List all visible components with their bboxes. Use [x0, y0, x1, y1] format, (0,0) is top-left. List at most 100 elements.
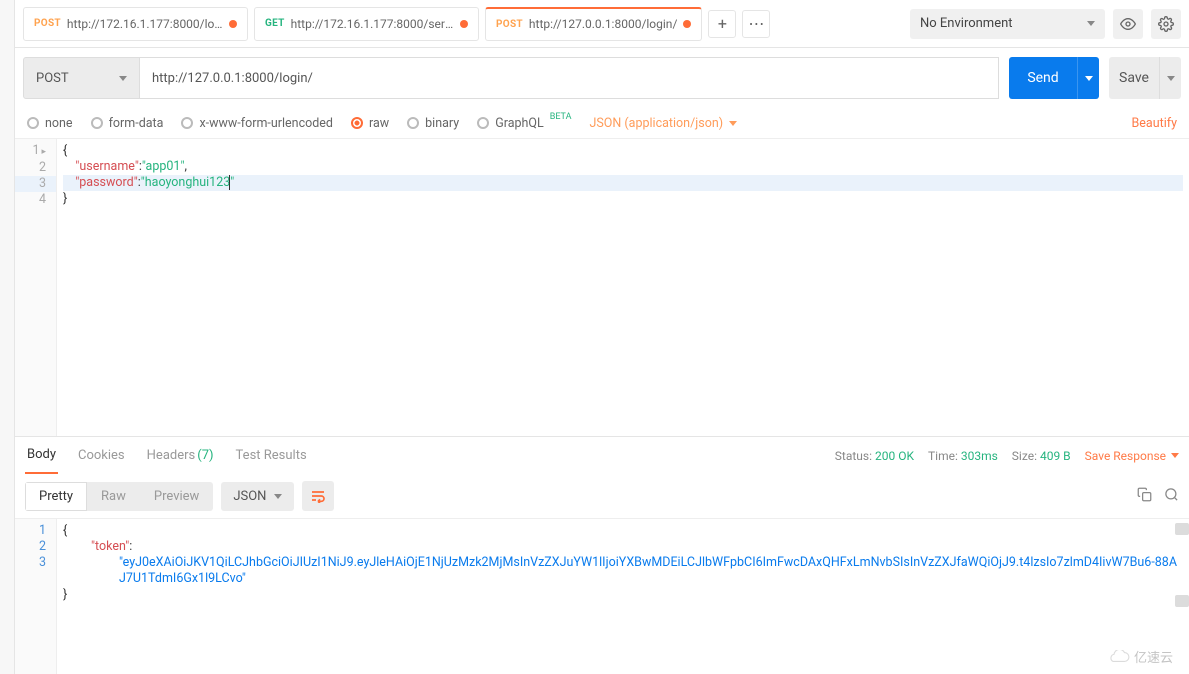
radio-icon — [181, 117, 193, 129]
gear-icon — [1158, 16, 1174, 32]
request-row: POST Send Save — [15, 48, 1189, 108]
view-pretty[interactable]: Pretty — [25, 482, 87, 511]
tab-label: Headers — [147, 448, 196, 463]
body-type-binary[interactable]: binary — [407, 116, 459, 131]
size-label: Size: — [1012, 449, 1037, 463]
tab-url: http://172.16.1.177:8000/servic... — [291, 17, 454, 31]
line-wrap-button[interactable] — [302, 481, 334, 511]
status-label: Status: — [835, 449, 872, 463]
body-type-row: none form-data x-www-form-urlencoded raw… — [15, 108, 1189, 138]
time-label: Time: — [928, 449, 958, 463]
scrollbar-thumb[interactable] — [1175, 523, 1189, 535]
save-dropdown[interactable] — [1159, 57, 1181, 99]
dirty-indicator — [229, 20, 237, 28]
save-response-label: Save Response — [1085, 449, 1166, 463]
body-type-none[interactable]: none — [27, 116, 73, 131]
url-input[interactable] — [140, 57, 999, 99]
chevron-down-icon — [729, 121, 737, 126]
request-body-editor[interactable]: 1234 { "username":"app01", "password":"h… — [15, 138, 1189, 436]
view-preview[interactable]: Preview — [140, 482, 213, 511]
radio-icon — [407, 117, 419, 129]
language-select[interactable]: JSON — [221, 482, 294, 511]
time-value: 303ms — [961, 449, 998, 463]
chevron-down-icon — [119, 76, 127, 81]
method-badge: GET — [265, 18, 285, 29]
radio-label: form-data — [109, 116, 164, 131]
response-tab-headers[interactable]: Headers (7) — [145, 437, 216, 474]
method-badge: POST — [34, 18, 61, 29]
watermark-text: 亿速云 — [1134, 647, 1173, 666]
topbar: POST http://172.16.1.177:8000/login/ GET… — [15, 0, 1189, 48]
send-dropdown[interactable] — [1077, 57, 1099, 99]
body-type-form-data[interactable]: form-data — [91, 116, 164, 131]
radio-label: raw — [369, 116, 389, 131]
chevron-down-icon — [1085, 76, 1093, 81]
environment-select[interactable]: No Environment — [910, 9, 1105, 39]
environment-group: No Environment — [910, 9, 1181, 39]
method-select[interactable]: POST — [23, 57, 140, 99]
more-tabs-button[interactable]: ⋯ — [742, 10, 770, 38]
chevron-down-icon — [1167, 76, 1175, 81]
response-meta: Status: 200 OK Time: 303ms Size: 409 B S… — [835, 449, 1179, 463]
content-type-select[interactable]: JSON (application/json) — [589, 116, 737, 131]
tabs-row: POST http://172.16.1.177:8000/login/ GET… — [23, 7, 902, 41]
wrap-icon — [310, 489, 326, 503]
editor-gutter: 1234 — [15, 139, 57, 436]
save-response-button[interactable]: Save Response — [1085, 449, 1179, 463]
copy-icon — [1137, 487, 1152, 502]
send-button[interactable]: Send — [1009, 57, 1077, 99]
eye-icon — [1120, 16, 1136, 32]
body-type-raw[interactable]: raw — [351, 116, 389, 131]
editor-gutter: 123 — [15, 519, 57, 674]
radio-icon — [477, 117, 489, 129]
radio-label: none — [45, 116, 73, 131]
headers-count: (7) — [197, 448, 213, 463]
editor-code[interactable]: { "username":"app01", "password":"haoyon… — [57, 139, 1189, 436]
editor-code[interactable]: {"token":"eyJ0eXAiOiJKV1QiLCJhbGciOiJIUz… — [57, 519, 1189, 674]
content-type-label: JSON (application/json) — [589, 116, 723, 131]
watermark: 亿速云 — [1108, 647, 1173, 666]
method-value: POST — [36, 71, 69, 86]
view-raw[interactable]: Raw — [87, 482, 140, 511]
tab-url: http://127.0.0.1:8000/login/ — [529, 17, 677, 31]
size-value: 409 B — [1040, 449, 1071, 463]
chevron-down-icon — [1171, 453, 1179, 458]
status-value: 200 OK — [875, 449, 914, 463]
chevron-down-icon — [1087, 21, 1095, 26]
add-tab-button[interactable]: + — [708, 10, 736, 38]
radio-icon — [91, 117, 103, 129]
radio-icon — [351, 117, 363, 129]
copy-response-button[interactable] — [1137, 487, 1152, 506]
environment-label: No Environment — [920, 16, 1013, 31]
environment-quick-look-button[interactable] — [1113, 9, 1143, 39]
scrollbar-thumb[interactable] — [1175, 595, 1189, 607]
cloud-icon — [1108, 650, 1130, 664]
dirty-indicator — [683, 20, 691, 28]
chevron-down-icon — [274, 494, 282, 499]
search-response-button[interactable] — [1164, 487, 1179, 506]
language-label: JSON — [233, 489, 266, 504]
radio-label: binary — [425, 116, 459, 131]
radio-label: GraphQL — [495, 116, 544, 131]
tab-url: http://172.16.1.177:8000/login/ — [67, 17, 223, 31]
view-segment: Pretty Raw Preview — [25, 482, 213, 511]
response-tab-cookies[interactable]: Cookies — [76, 437, 127, 474]
body-type-graphql[interactable]: GraphQLBETA — [477, 116, 571, 131]
settings-button[interactable] — [1151, 9, 1181, 39]
search-icon — [1164, 487, 1179, 502]
response-toolbar: Pretty Raw Preview JSON — [15, 474, 1189, 518]
response-tab-tests[interactable]: Test Results — [234, 437, 309, 474]
beautify-button[interactable]: Beautify — [1132, 116, 1178, 131]
request-tab-1[interactable]: GET http://172.16.1.177:8000/servic... — [254, 7, 479, 41]
request-tab-0[interactable]: POST http://172.16.1.177:8000/login/ — [23, 7, 248, 41]
request-tab-2[interactable]: POST http://127.0.0.1:8000/login/ — [485, 7, 702, 41]
response-tab-body[interactable]: Body — [25, 437, 58, 474]
response-header: Body Cookies Headers (7) Test Results St… — [15, 436, 1189, 474]
save-button[interactable]: Save — [1109, 57, 1159, 99]
response-body-editor[interactable]: 123 {"token":"eyJ0eXAiOiJKV1QiLCJhbGciOi… — [15, 518, 1189, 674]
beta-badge: BETA — [550, 112, 572, 122]
body-type-urlencoded[interactable]: x-www-form-urlencoded — [181, 116, 333, 131]
radio-label: x-www-form-urlencoded — [199, 116, 333, 131]
dirty-indicator — [460, 20, 468, 28]
method-badge: POST — [496, 19, 523, 30]
